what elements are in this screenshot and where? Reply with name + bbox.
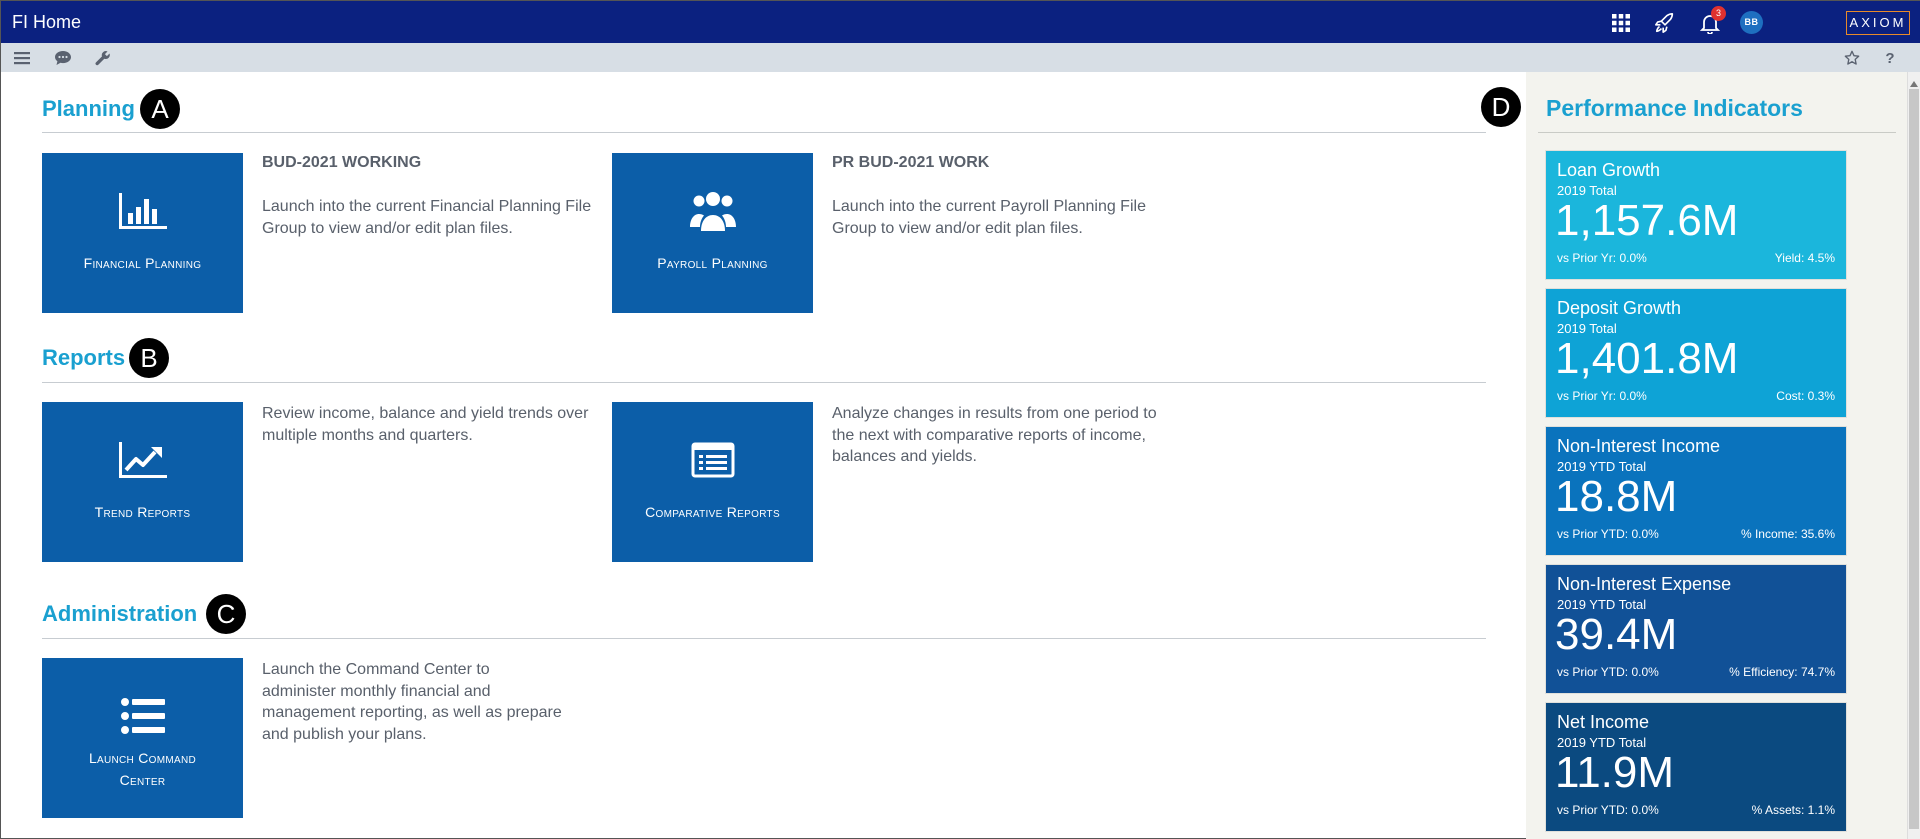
reports-title: Reports (42, 345, 126, 370)
performance-divider (1538, 132, 1896, 133)
financial-planning-label: Financial Planning (83, 255, 202, 271)
kpi-value: 18.8M (1555, 472, 1678, 521)
chat-icon[interactable] (52, 47, 74, 69)
wrench-icon[interactable] (92, 47, 114, 69)
menu-icon[interactable] (11, 47, 33, 69)
kpi-value: 11.9M (1555, 748, 1675, 797)
comparative-reports-label: Comparative Reports (645, 504, 780, 520)
help-icon[interactable]: ? (1879, 47, 1901, 69)
scrollbar-thumb[interactable] (1909, 89, 1919, 829)
list-icon (42, 694, 243, 738)
callout-b: B (129, 338, 169, 378)
administration-divider (42, 638, 1486, 639)
reports-divider (42, 382, 1486, 383)
kpi-value: 1,157.6M (1555, 196, 1739, 245)
payroll-planning-desc: Launch into the current Payroll Planning… (832, 198, 1146, 237)
kpi-comparison: vs Prior YTD: 0.0% (1557, 527, 1659, 541)
kpi-value: 39.4M (1555, 610, 1678, 659)
kpi-name: Non-Interest Expense (1557, 574, 1732, 594)
kpi-comparison: vs Prior Yr: 0.0% (1557, 251, 1647, 265)
kpi-metric: % Income: 35.6% (1740, 527, 1835, 541)
financial-planning-tile[interactable]: Financial Planning (42, 153, 243, 313)
comparative-reports-tile[interactable]: Comparative Reports (612, 402, 813, 562)
user-avatar[interactable]: BB (1740, 11, 1763, 34)
users-icon (612, 189, 813, 233)
financial-planning-desc-title: BUD-2021 WORKING (262, 154, 422, 171)
kpi-net-income[interactable]: Net Income 2019 YTD Total 11.9M vs Prior… (1546, 703, 1846, 831)
launch-command-center-tile[interactable]: Launch Command Center (42, 658, 243, 818)
performance-title: Performance Indicators (1546, 95, 1803, 121)
callout-a: A (140, 89, 180, 129)
kpi-comparison: vs Prior Yr: 0.0% (1557, 389, 1647, 403)
favorite-star-icon[interactable] (1841, 47, 1863, 69)
kpi-name: Loan Growth (1557, 160, 1661, 180)
trend-chart-icon (42, 438, 243, 482)
kpi-name: Net Income (1557, 712, 1650, 732)
kpi-non-interest-expense[interactable]: Non-Interest Expense 2019 YTD Total 39.4… (1546, 565, 1846, 693)
kpi-deposit-growth[interactable]: Deposit Growth 2019 Total 1,401.8M vs Pr… (1546, 289, 1846, 417)
toolbar: ? (1, 43, 1920, 72)
kpi-name: Deposit Growth (1557, 298, 1682, 318)
rocket-icon[interactable] (1652, 10, 1678, 36)
kpi-metric: Yield: 4.5% (1774, 251, 1835, 265)
kpi-comparison: vs Prior YTD: 0.0% (1557, 803, 1659, 817)
kpi-metric: Cost: 0.3% (1776, 389, 1835, 403)
notification-badge: 3 (1711, 6, 1726, 21)
launch-command-label-line1: Launch Command (88, 750, 197, 766)
comparative-reports-desc: Analyze changes in results from one peri… (832, 405, 1157, 465)
administration-title: Administration (42, 601, 198, 626)
kpi-metric: % Assets: 1.1% (1751, 803, 1835, 817)
payroll-planning-tile[interactable]: Payroll Planning (612, 153, 813, 313)
trend-reports-tile[interactable]: Trend Reports (42, 402, 243, 562)
kpi-metric: % Efficiency: 74.7% (1729, 665, 1835, 679)
callout-d: D (1481, 87, 1521, 127)
kpi-value: 1,401.8M (1555, 334, 1739, 383)
kpi-non-interest-income[interactable]: Non-Interest Income 2019 YTD Total 18.8M… (1546, 427, 1846, 555)
launch-command-label-line2: Center (119, 772, 166, 788)
planning-divider (42, 132, 1486, 133)
bar-chart-icon (42, 189, 243, 233)
title-bar: FI Home 3 BB AXIOM (1, 1, 1920, 43)
app-title: FI Home (12, 12, 82, 32)
kpi-loan-growth[interactable]: Loan Growth 2019 Total 1,157.6M vs Prior… (1546, 151, 1846, 279)
trend-reports-label: Trend Reports (94, 504, 191, 520)
report-list-icon (612, 438, 813, 482)
app-grid-icon[interactable] (1608, 10, 1634, 36)
payroll-planning-desc-title: PR BUD-2021 WORK (832, 154, 990, 171)
axiom-logo: AXIOM (1846, 11, 1910, 35)
kpi-name: Non-Interest Income (1557, 436, 1721, 456)
kpi-comparison: vs Prior YTD: 0.0% (1557, 665, 1659, 679)
payroll-planning-label: Payroll Planning (657, 255, 768, 271)
trend-reports-desc: Review income, balance and yield trends … (262, 405, 589, 444)
planning-title: Planning (42, 96, 135, 121)
scroll-up-arrow-icon[interactable] (1909, 75, 1919, 87)
launch-command-center-desc: Launch the Command Center to administer … (262, 661, 562, 743)
callout-c: C (206, 594, 246, 634)
financial-planning-desc: Launch into the current Financial Planni… (262, 198, 592, 237)
